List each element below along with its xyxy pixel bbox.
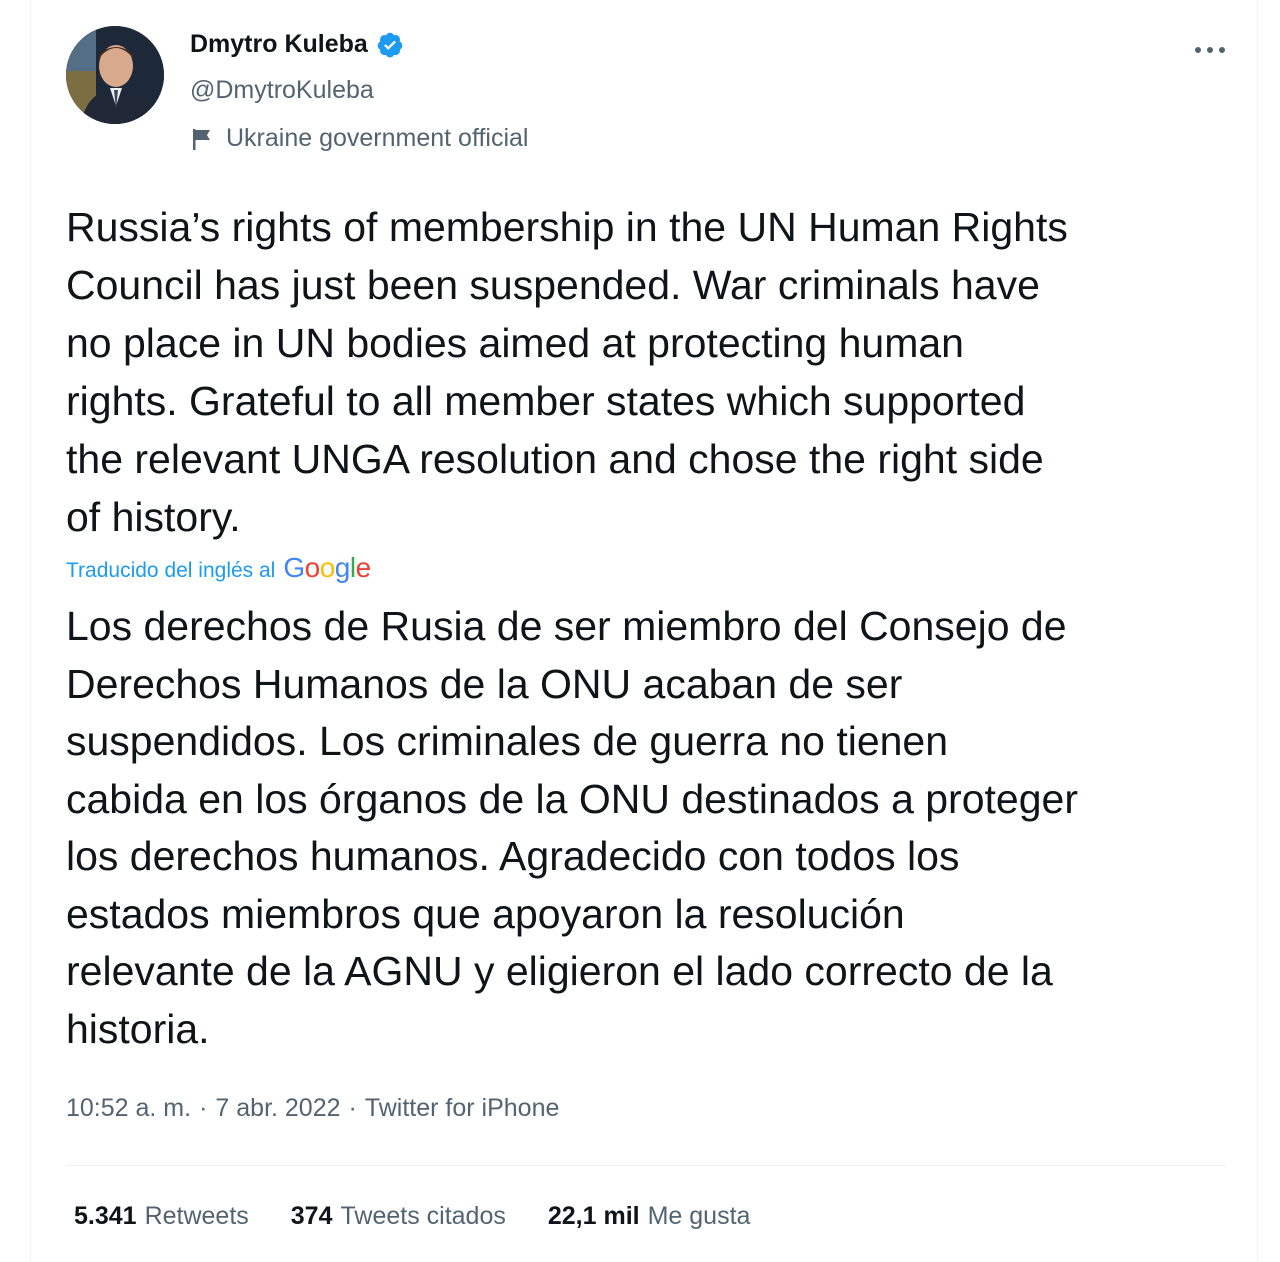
flag-icon <box>190 126 216 152</box>
author-name-row[interactable]: Dmytro Kuleba <box>190 30 404 59</box>
tweet-text: Russia’s rights of membership in the UN … <box>66 204 1068 540</box>
translation-attribution[interactable]: Traducido del inglés al Google <box>66 552 371 584</box>
verified-badge-icon <box>376 31 404 59</box>
likes-stat[interactable]: 22,1 mil Me gusta <box>548 1202 751 1231</box>
meta-separator: · <box>348 1094 357 1122</box>
quote-tweets-label: Tweets citados <box>340 1202 506 1230</box>
google-logo: Google <box>283 552 371 583</box>
likes-label: Me gusta <box>647 1202 751 1230</box>
quote-tweets-stat[interactable]: 374 Tweets citados <box>291 1202 506 1231</box>
quote-tweets-count: 374 <box>290 1202 333 1230</box>
author-avatar[interactable] <box>66 26 164 124</box>
meta-separator: · <box>199 1094 208 1122</box>
tweet-stats: 5.341 Retweets 374 Tweets citados 22,1 m… <box>74 1202 750 1231</box>
translated-label[interactable]: Traducido del inglés al <box>66 559 275 583</box>
likes-count: 22,1 mil <box>547 1202 640 1230</box>
more-options-icon[interactable] <box>1190 30 1230 70</box>
tweet-time[interactable]: 10:52 a. m. <box>66 1094 191 1123</box>
government-label-text: Ukraine government official <box>226 124 529 152</box>
government-label: Ukraine government official <box>190 124 528 153</box>
author-name[interactable]: Dmytro Kuleba <box>190 30 368 59</box>
retweets-stat[interactable]: 5.341 Retweets <box>74 1202 249 1231</box>
tweet-source[interactable]: Twitter for iPhone <box>365 1094 560 1123</box>
retweets-count: 5.341 <box>74 1202 137 1230</box>
author-handle[interactable]: @DmytroKuleba <box>190 76 374 105</box>
translation-text: Los derechos de Rusia de ser miembro del… <box>66 603 1078 1052</box>
avatar-image <box>66 26 164 124</box>
tweet-date[interactable]: 7 abr. 2022 <box>215 1094 340 1123</box>
tweet-meta: 10:52 a. m. · 7 abr. 2022 · Twitter for … <box>66 1094 559 1123</box>
divider <box>66 1165 1226 1166</box>
retweets-label: Retweets <box>144 1202 249 1230</box>
